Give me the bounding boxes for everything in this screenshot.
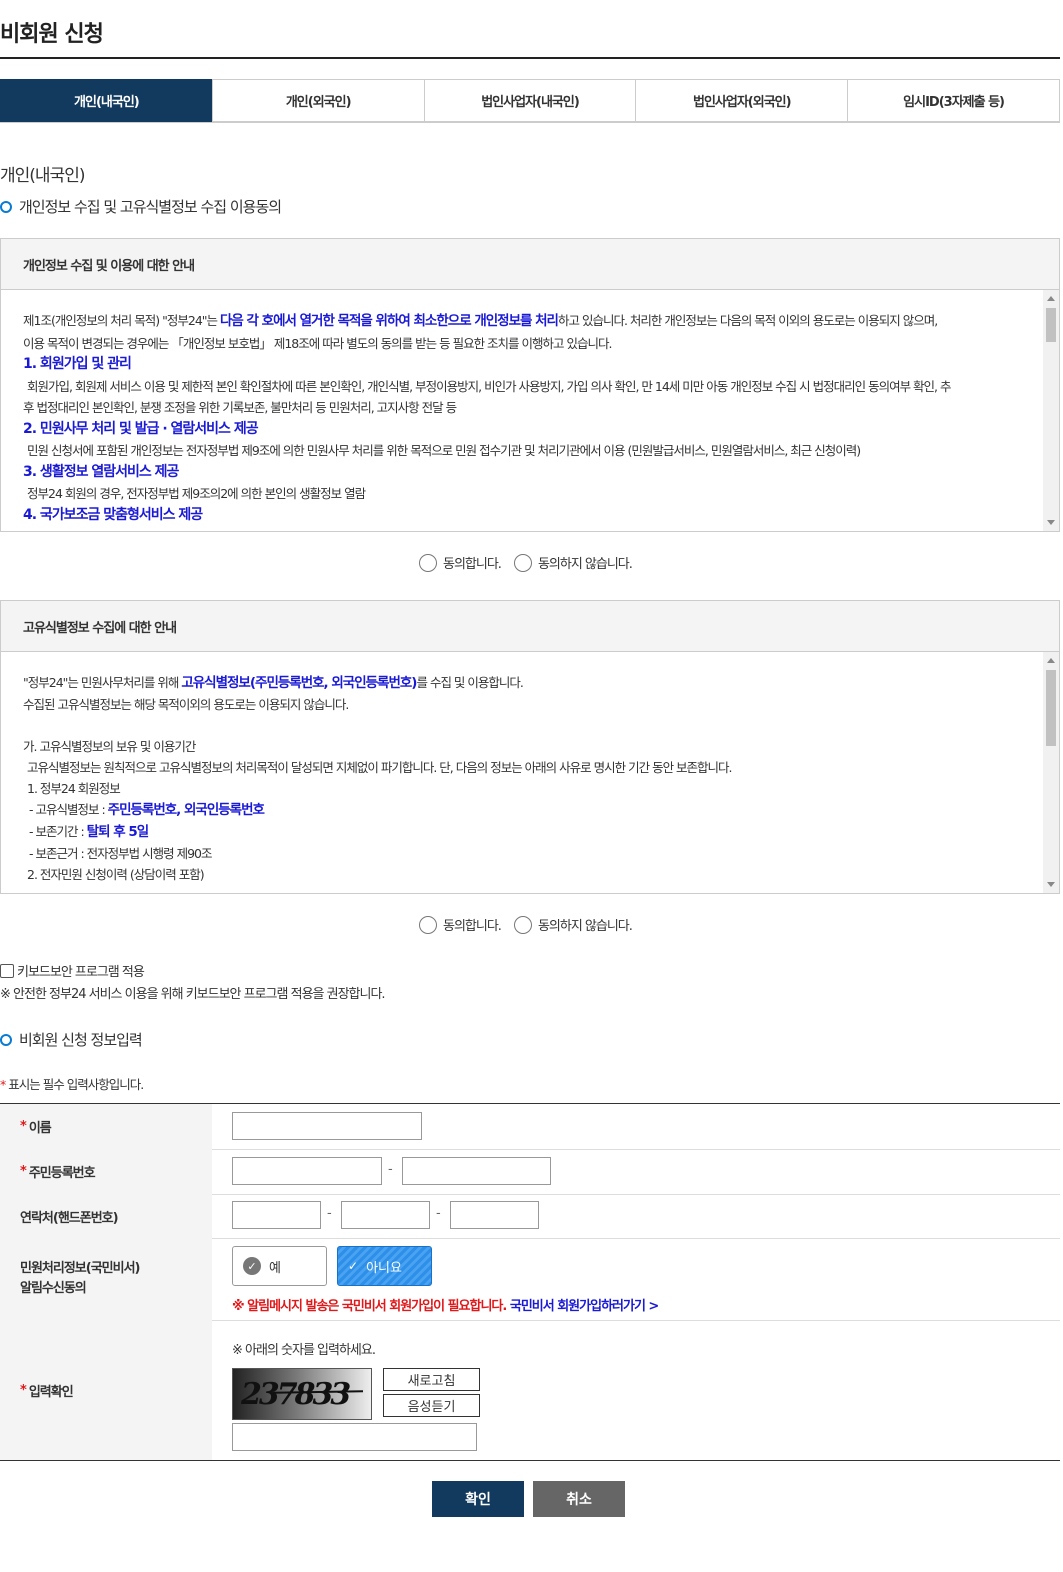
confirm-button[interactable]: 확인 [432,1481,524,1517]
dash: - [436,1206,441,1221]
scrollbar[interactable] [1043,290,1059,531]
check-icon: ✓ [243,1257,261,1275]
bullet-ring-icon [0,1033,12,1046]
privacy-notice-box: 개인정보 수집 및 이용에 대한 안내 제1조(개인정보의 처리 목적) "정부… [0,238,1060,532]
privacy-disagree-option[interactable]: 동의하지 않습니다. [513,553,633,572]
captcha-label: * 입력확인 [0,1320,212,1460]
rrn-label: * 주민등록번호 [0,1149,212,1194]
bullet-ring-icon [0,200,12,213]
privacy-agree-option[interactable]: 동의합니다. [419,553,502,572]
tab-individual-foreign[interactable]: 개인(외국인) [211,79,424,122]
notice-warning: ※ 알림메시지 발송은 국민비서 회원가입이 필요합니다. 국민비서 회원가입하… [232,1299,659,1314]
dash: - [327,1206,332,1221]
phone-last-input[interactable] [450,1201,539,1229]
page-title: 비회원 신청 [0,22,104,47]
item-heading: 1. 회원가입 및 관리 [23,356,132,372]
unique-id-notice-content[interactable]: "정부24"는 민원사무처리를 위해 고유식별정보(주민등록번호, 외국인등록번… [1,652,1059,893]
radio-button[interactable] [513,915,532,934]
unique-id-agree-option[interactable]: 동의합니다. [419,915,502,934]
privacy-notice-heading: 개인정보 수집 및 이용에 대한 안내 [1,239,1059,290]
required-note: * 표시는 필수 입력사항입니다. [0,1077,144,1092]
captcha-input[interactable] [232,1423,477,1451]
name-row: * 이름 [0,1104,1060,1150]
applicant-type-tabs: 개인(내국인) 개인(외국인) 법인사업자(내국인) 법인사업자(외국인) 임시… [0,79,1060,123]
unique-id-notice-heading: 고유식별정보 수집에 대한 안내 [1,601,1059,652]
item-heading: 3. 생활정보 열람서비스 제공 [23,463,179,480]
captcha-image: 237833 [232,1368,372,1420]
scroll-up-icon[interactable] [1047,296,1055,301]
tab-corporate-domestic[interactable]: 법인사업자(내국인) [423,79,636,122]
keyboard-security-checkbox[interactable] [0,963,14,978]
scroll-down-icon[interactable] [1047,882,1055,887]
rrn-row: * 주민등록번호 - [0,1149,1060,1195]
scroll-down-icon[interactable] [1047,520,1055,525]
tab-individual-domestic[interactable]: 개인(내국인) [0,79,212,122]
section-name: 개인(내국인) [0,166,85,186]
phone-middle-input[interactable] [341,1201,430,1229]
scrollbar[interactable] [1043,652,1059,893]
cancel-button[interactable]: 취소 [533,1481,625,1517]
unique-id-notice-box: 고유식별정보 수집에 대한 안내 "정부24"는 민원사무처리를 위해 고유식별… [0,600,1060,894]
unique-id-consent-radios: 동의합니다. 동의하지 않습니다. [419,915,633,934]
scroll-thumb[interactable] [1046,308,1056,342]
scroll-up-icon[interactable] [1047,658,1055,663]
privacy-notice-content[interactable]: 제1조(개인정보의 처리 목적) "정부24"는 다음 각 호에서 열거한 목적… [1,290,1059,531]
notice-yes-button[interactable]: ✓ 예 [232,1246,327,1286]
name-label: * 이름 [0,1104,212,1149]
title-divider [0,57,1060,59]
unique-id-disagree-option[interactable]: 동의하지 않습니다. [513,915,633,934]
captcha-row: * 입력확인 ※ 아래의 숫자를 입력하세요. 237833 새로고침 음성듣기 [0,1320,1060,1461]
privacy-consent-radios: 동의합니다. 동의하지 않습니다. [419,553,633,572]
item-heading: 4. 국가보조금 맞춤형서비스 제공 [23,506,203,523]
item-heading: 2. 민원사무 처리 및 발급 · 열람서비스 제공 [23,420,259,437]
captcha-refresh-button[interactable]: 새로고침 [383,1368,480,1391]
phone-row: 연락처(핸드폰번호) - - [0,1194,1060,1239]
phone-first-input[interactable] [232,1201,321,1229]
phone-label: 연락처(핸드폰번호) [0,1194,212,1238]
tab-corporate-foreign[interactable]: 법인사업자(외국인) [635,79,848,122]
rrn-back-input[interactable] [402,1157,551,1185]
radio-button[interactable] [513,553,532,572]
radio-button[interactable] [419,915,437,934]
dash: - [388,1162,393,1177]
tab-temporary-id[interactable]: 임시ID(3자제출 등) [847,79,1060,122]
captcha-instruction: ※ 아래의 숫자를 입력하세요. [232,1343,376,1358]
rrn-front-input[interactable] [232,1157,382,1185]
captcha-audio-button[interactable]: 음성듣기 [383,1394,480,1417]
bizsecretary-signup-link[interactable]: 국민비서 회원가입하러가기 > [510,1299,659,1314]
keyboard-security-option[interactable]: 키보드보안 프로그램 적용 [0,961,145,980]
keyboard-security-note: ※ 안전한 정부24 서비스 이용을 위해 키보드보안 프로그램 적용을 권장합… [0,987,386,1002]
radio-button[interactable] [419,553,437,572]
check-icon: ✓ [348,1259,359,1273]
notice-no-button[interactable]: ✓ 아니요 [337,1246,432,1286]
scroll-thumb[interactable] [1046,670,1056,746]
name-input[interactable] [232,1112,422,1140]
notice-consent-row: 민원처리정보(국민비서) 알림수신동의 ✓ 예 ✓ 아니요 ※ 알림메시지 발송은 국… [0,1238,1060,1321]
consent-section-title: 개인정보 수집 및 고유식별정보 수집 이용동의 [0,196,282,217]
form-section-title: 비회원 신청 정보입력 [0,1029,143,1050]
notice-consent-label: 민원처리정보(국민비서) 알림수신동의 [0,1238,212,1320]
